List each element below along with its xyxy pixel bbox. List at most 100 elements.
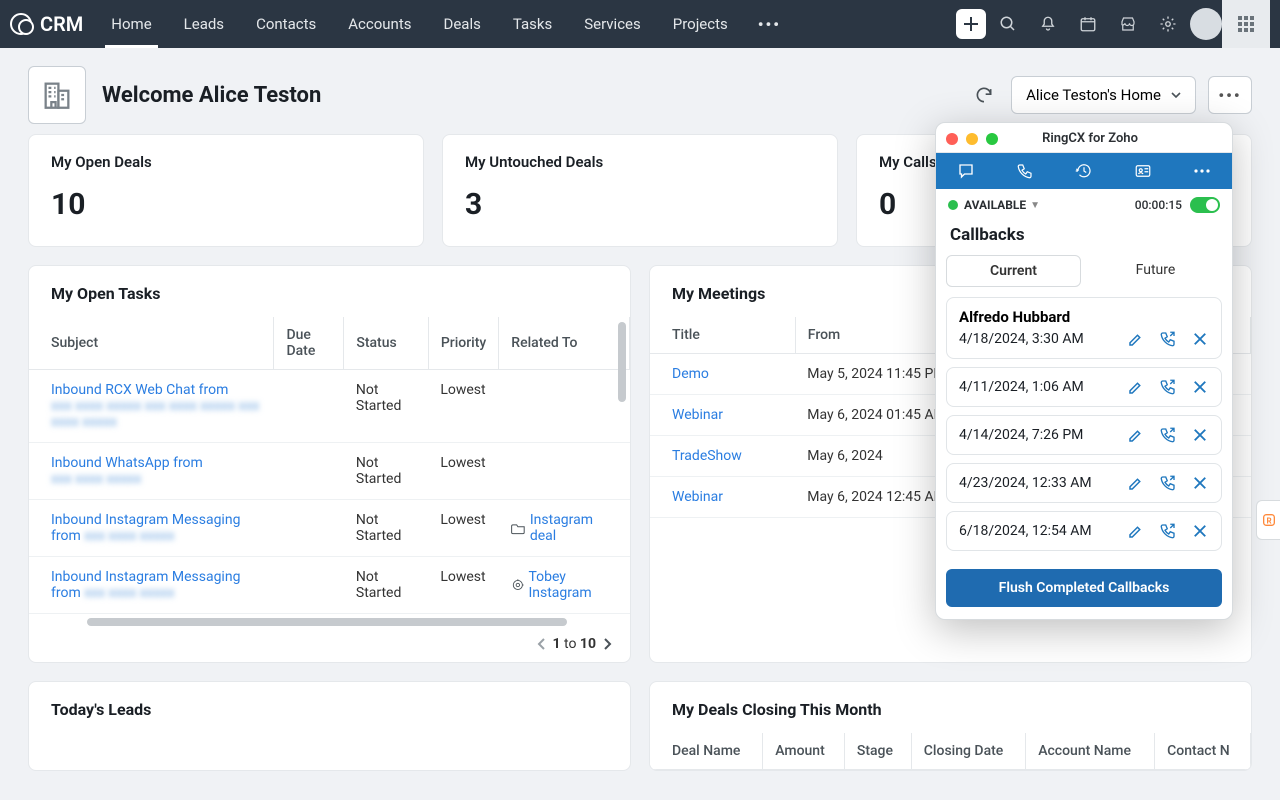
calendar-button[interactable] [1070, 6, 1106, 42]
nav-leads[interactable]: Leads [168, 0, 240, 48]
col-amount[interactable]: Amount [763, 733, 845, 770]
related-to[interactable]: Tobey Instagram [511, 569, 618, 601]
apps-button[interactable] [1222, 0, 1270, 48]
search-button[interactable] [990, 6, 1026, 42]
tab-future[interactable]: Future [1089, 255, 1222, 287]
nav-deals[interactable]: Deals [427, 0, 496, 48]
maximize-window[interactable] [986, 133, 998, 145]
phone-tab[interactable] [1005, 153, 1045, 189]
task-row[interactable]: Inbound Instagram Messaging from xxx xxx… [29, 500, 630, 557]
callback-card[interactable]: 4/11/2024, 1:06 AM [946, 367, 1222, 407]
nav-tasks[interactable]: Tasks [497, 0, 568, 48]
status-text[interactable]: AVAILABLE [964, 198, 1026, 212]
gear-icon [1159, 15, 1177, 33]
toolbar-more[interactable] [1182, 153, 1222, 189]
close-window[interactable] [946, 133, 958, 145]
nav-services[interactable]: Services [568, 0, 657, 48]
notifications-button[interactable] [1030, 6, 1066, 42]
delete-callback[interactable] [1191, 474, 1209, 492]
callback-card[interactable]: 4/23/2024, 12:33 AM [946, 463, 1222, 503]
top-nav: CRM Home Leads Contacts Accounts Deals T… [0, 0, 1280, 48]
bell-icon [1039, 15, 1057, 33]
col-stage[interactable]: Stage [844, 733, 911, 770]
callback-card[interactable]: 4/14/2024, 7:26 PM [946, 415, 1222, 455]
avatar[interactable] [1190, 8, 1222, 40]
settings-button[interactable] [1150, 6, 1186, 42]
tab-current[interactable]: Current [946, 255, 1081, 287]
brand: CRM [40, 12, 83, 36]
deals-closing-table: Deal Name Amount Stage Closing Date Acco… [650, 733, 1251, 770]
delete-callback[interactable] [1191, 522, 1209, 540]
col-contact[interactable]: Contact N [1155, 733, 1251, 770]
history-icon [1075, 162, 1093, 180]
panel-title: My Deals Closing This Month [650, 682, 1251, 733]
store-icon [1119, 15, 1137, 33]
chat-tab[interactable] [946, 153, 986, 189]
call-callback[interactable] [1159, 426, 1177, 444]
edit-callback[interactable] [1127, 330, 1145, 348]
edit-callback[interactable] [1127, 378, 1145, 396]
nav-more[interactable]: ••• [744, 0, 795, 48]
refresh-button[interactable] [969, 80, 999, 110]
horizontal-scrollbar[interactable] [87, 618, 567, 626]
view-selector[interactable]: Alice Teston's Home [1011, 76, 1196, 114]
task-subject-link[interactable]: Inbound RCX Web Chat from [51, 382, 228, 398]
edit-callback[interactable] [1127, 522, 1145, 540]
more-icon [1193, 168, 1211, 174]
contacts-tab[interactable] [1123, 153, 1163, 189]
col-status[interactable]: Status [344, 317, 428, 370]
call-callback[interactable] [1159, 474, 1177, 492]
minimize-window[interactable] [966, 133, 978, 145]
building-icon [28, 66, 86, 124]
section-title: Callbacks [936, 221, 1232, 255]
task-subject-redacted: xxx xxxx xxxxx [84, 585, 174, 601]
chevron-right-icon[interactable] [602, 638, 612, 650]
task-subject-link[interactable]: Inbound WhatsApp from [51, 455, 203, 471]
col-subject[interactable]: Subject [29, 317, 274, 370]
task-row[interactable]: Inbound RCX Web Chat fromxxx xxxx xxxxx … [29, 370, 630, 443]
delete-callback[interactable] [1191, 330, 1209, 348]
vertical-scrollbar[interactable] [618, 322, 626, 402]
callback-card[interactable]: 6/18/2024, 12:54 AM [946, 511, 1222, 551]
delete-callback[interactable] [1191, 378, 1209, 396]
call-callback[interactable] [1159, 330, 1177, 348]
related-to[interactable]: Instagram deal [511, 512, 618, 544]
tasks-table: Subject Due Date Status Priority Related… [29, 317, 630, 614]
leads-panel: Today's Leads [28, 681, 631, 771]
nav-home[interactable]: Home [95, 0, 167, 48]
callback-card[interactable]: Alfredo Hubbard 4/18/2024, 3:30 AM [946, 297, 1222, 359]
task-row[interactable]: Inbound WhatsApp fromxxx xxxx xxxxx Not … [29, 443, 630, 500]
nav-projects[interactable]: Projects [657, 0, 744, 48]
task-status: Not Started [344, 443, 428, 500]
chevron-left-icon[interactable] [537, 638, 547, 650]
marketplace-button[interactable] [1110, 6, 1146, 42]
edit-callback[interactable] [1127, 426, 1145, 444]
call-callback[interactable] [1159, 522, 1177, 540]
stat-untouched-deals[interactable]: My Untouched Deals 3 [442, 134, 838, 247]
task-row[interactable]: Inbound Instagram Messaging from xxx xxx… [29, 557, 630, 614]
stat-open-deals[interactable]: My Open Deals 10 [28, 134, 424, 247]
nav-accounts[interactable]: Accounts [332, 0, 427, 48]
col-duedate[interactable]: Due Date [274, 317, 344, 370]
side-tab-button[interactable]: R [1256, 500, 1280, 540]
edit-callback[interactable] [1127, 474, 1145, 492]
flush-callbacks-button[interactable]: Flush Completed Callbacks [946, 569, 1222, 607]
availability-toggle[interactable] [1190, 197, 1220, 213]
col-deal-name[interactable]: Deal Name [650, 733, 763, 770]
page-more-button[interactable]: ••• [1208, 76, 1252, 114]
chevron-down-icon[interactable]: ▼ [1030, 200, 1040, 211]
pencil-icon [1127, 330, 1145, 348]
col-title[interactable]: Title [650, 317, 795, 354]
col-closing-date[interactable]: Closing Date [911, 733, 1025, 770]
pencil-icon [1127, 426, 1145, 444]
pencil-icon [1127, 378, 1145, 396]
ringcx-window[interactable]: RingCX for Zoho AVAILABLE ▼ 00:00:15 Cal… [935, 122, 1233, 620]
call-callback[interactable] [1159, 378, 1177, 396]
col-related[interactable]: Related To [499, 317, 630, 370]
add-button[interactable] [956, 9, 986, 39]
history-tab[interactable] [1064, 153, 1104, 189]
col-priority[interactable]: Priority [428, 317, 498, 370]
nav-contacts[interactable]: Contacts [240, 0, 332, 48]
delete-callback[interactable] [1191, 426, 1209, 444]
col-account-name[interactable]: Account Name [1026, 733, 1155, 770]
